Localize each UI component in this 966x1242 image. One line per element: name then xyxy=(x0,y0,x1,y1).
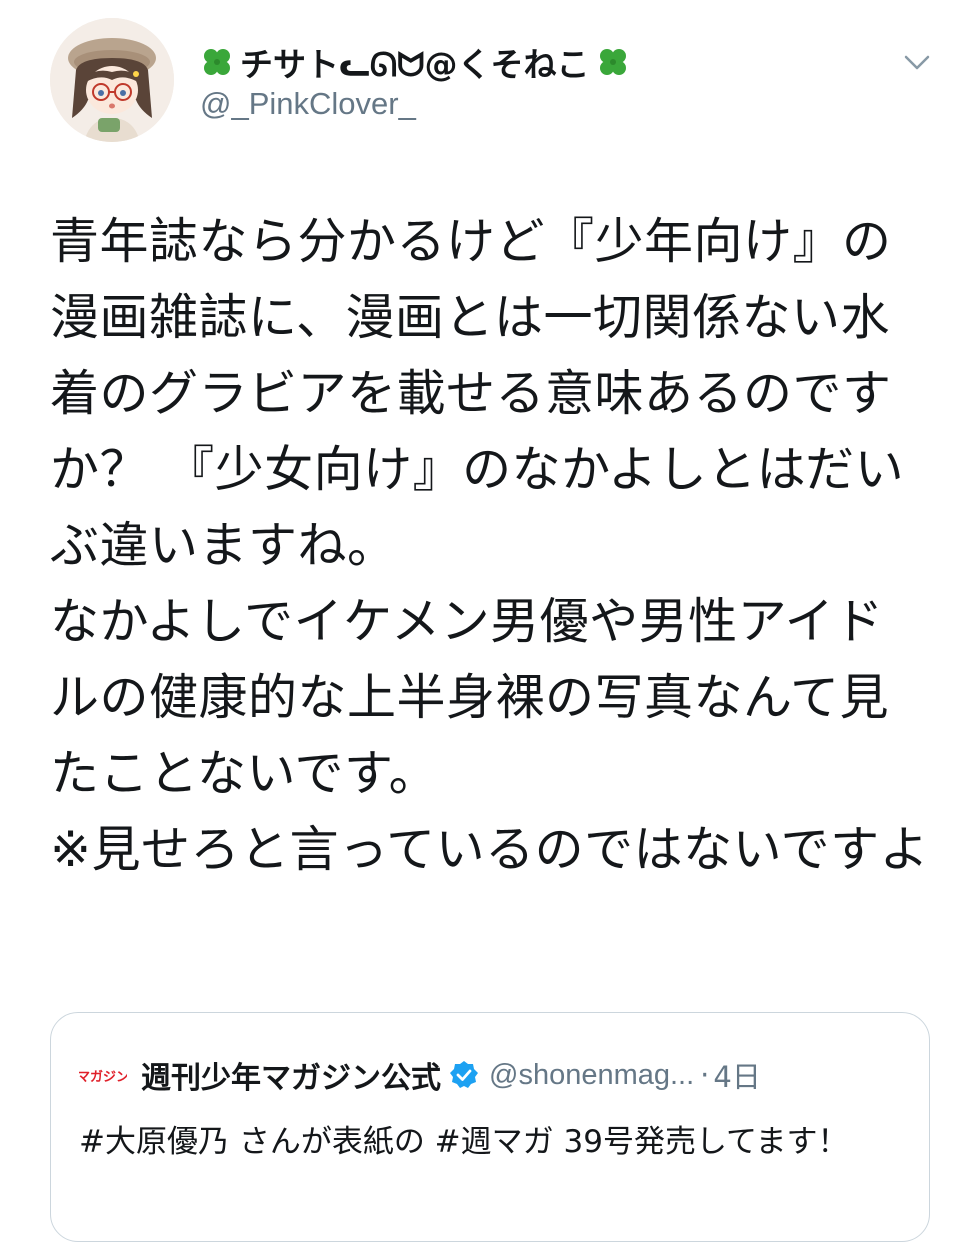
avatar-icon xyxy=(50,18,174,142)
quoted-author-handle: @shonenmag... xyxy=(489,1058,695,1091)
tweet-text: 青年誌なら分かるけど『少年向け』の漫画雑誌に、漫画とは一切関係ない水着のグラビア… xyxy=(50,213,930,878)
quoted-tweet-header: マガジン 週刊少年マガジン公式 @shonenmag... · 4日 xyxy=(79,1054,761,1096)
author-display-name[interactable]: チサトᓚᘏᗢ@くそねこ xyxy=(240,38,590,86)
quoted-tweet-text: #大原優乃 さんが表紙の #週マガ 39号発売してます！ xyxy=(79,1124,849,1160)
quoted-timestamp[interactable]: 4日 xyxy=(713,1054,760,1096)
tweet: チサトᓚᘏᗢ@くそねこ @_PinkClover_ 青年誌なら分かるけど『少年向… xyxy=(0,0,966,1242)
avatar[interactable] xyxy=(50,18,174,142)
separator-dot: · xyxy=(700,1058,710,1092)
chevron-down-icon[interactable] xyxy=(902,52,932,74)
verified-badge-icon xyxy=(450,1061,478,1088)
quoted-author-name: 週刊少年マガジン公式 xyxy=(141,1061,441,1096)
magazine-logo-text: マガジン xyxy=(79,1070,127,1085)
four-leaf-clover-icon xyxy=(599,49,626,75)
quoted-tweet-card[interactable]: マガジン 週刊少年マガジン公式 @shonenmag... · 4日 #大原優乃… xyxy=(50,1012,930,1242)
author-name-row[interactable]: チサトᓚᘏᗢ@くそねこ xyxy=(200,38,630,86)
author-handle[interactable]: @_PinkClover_ xyxy=(200,86,416,122)
four-leaf-clover-icon xyxy=(204,49,230,75)
magazine-logo: マガジン xyxy=(79,1065,127,1085)
